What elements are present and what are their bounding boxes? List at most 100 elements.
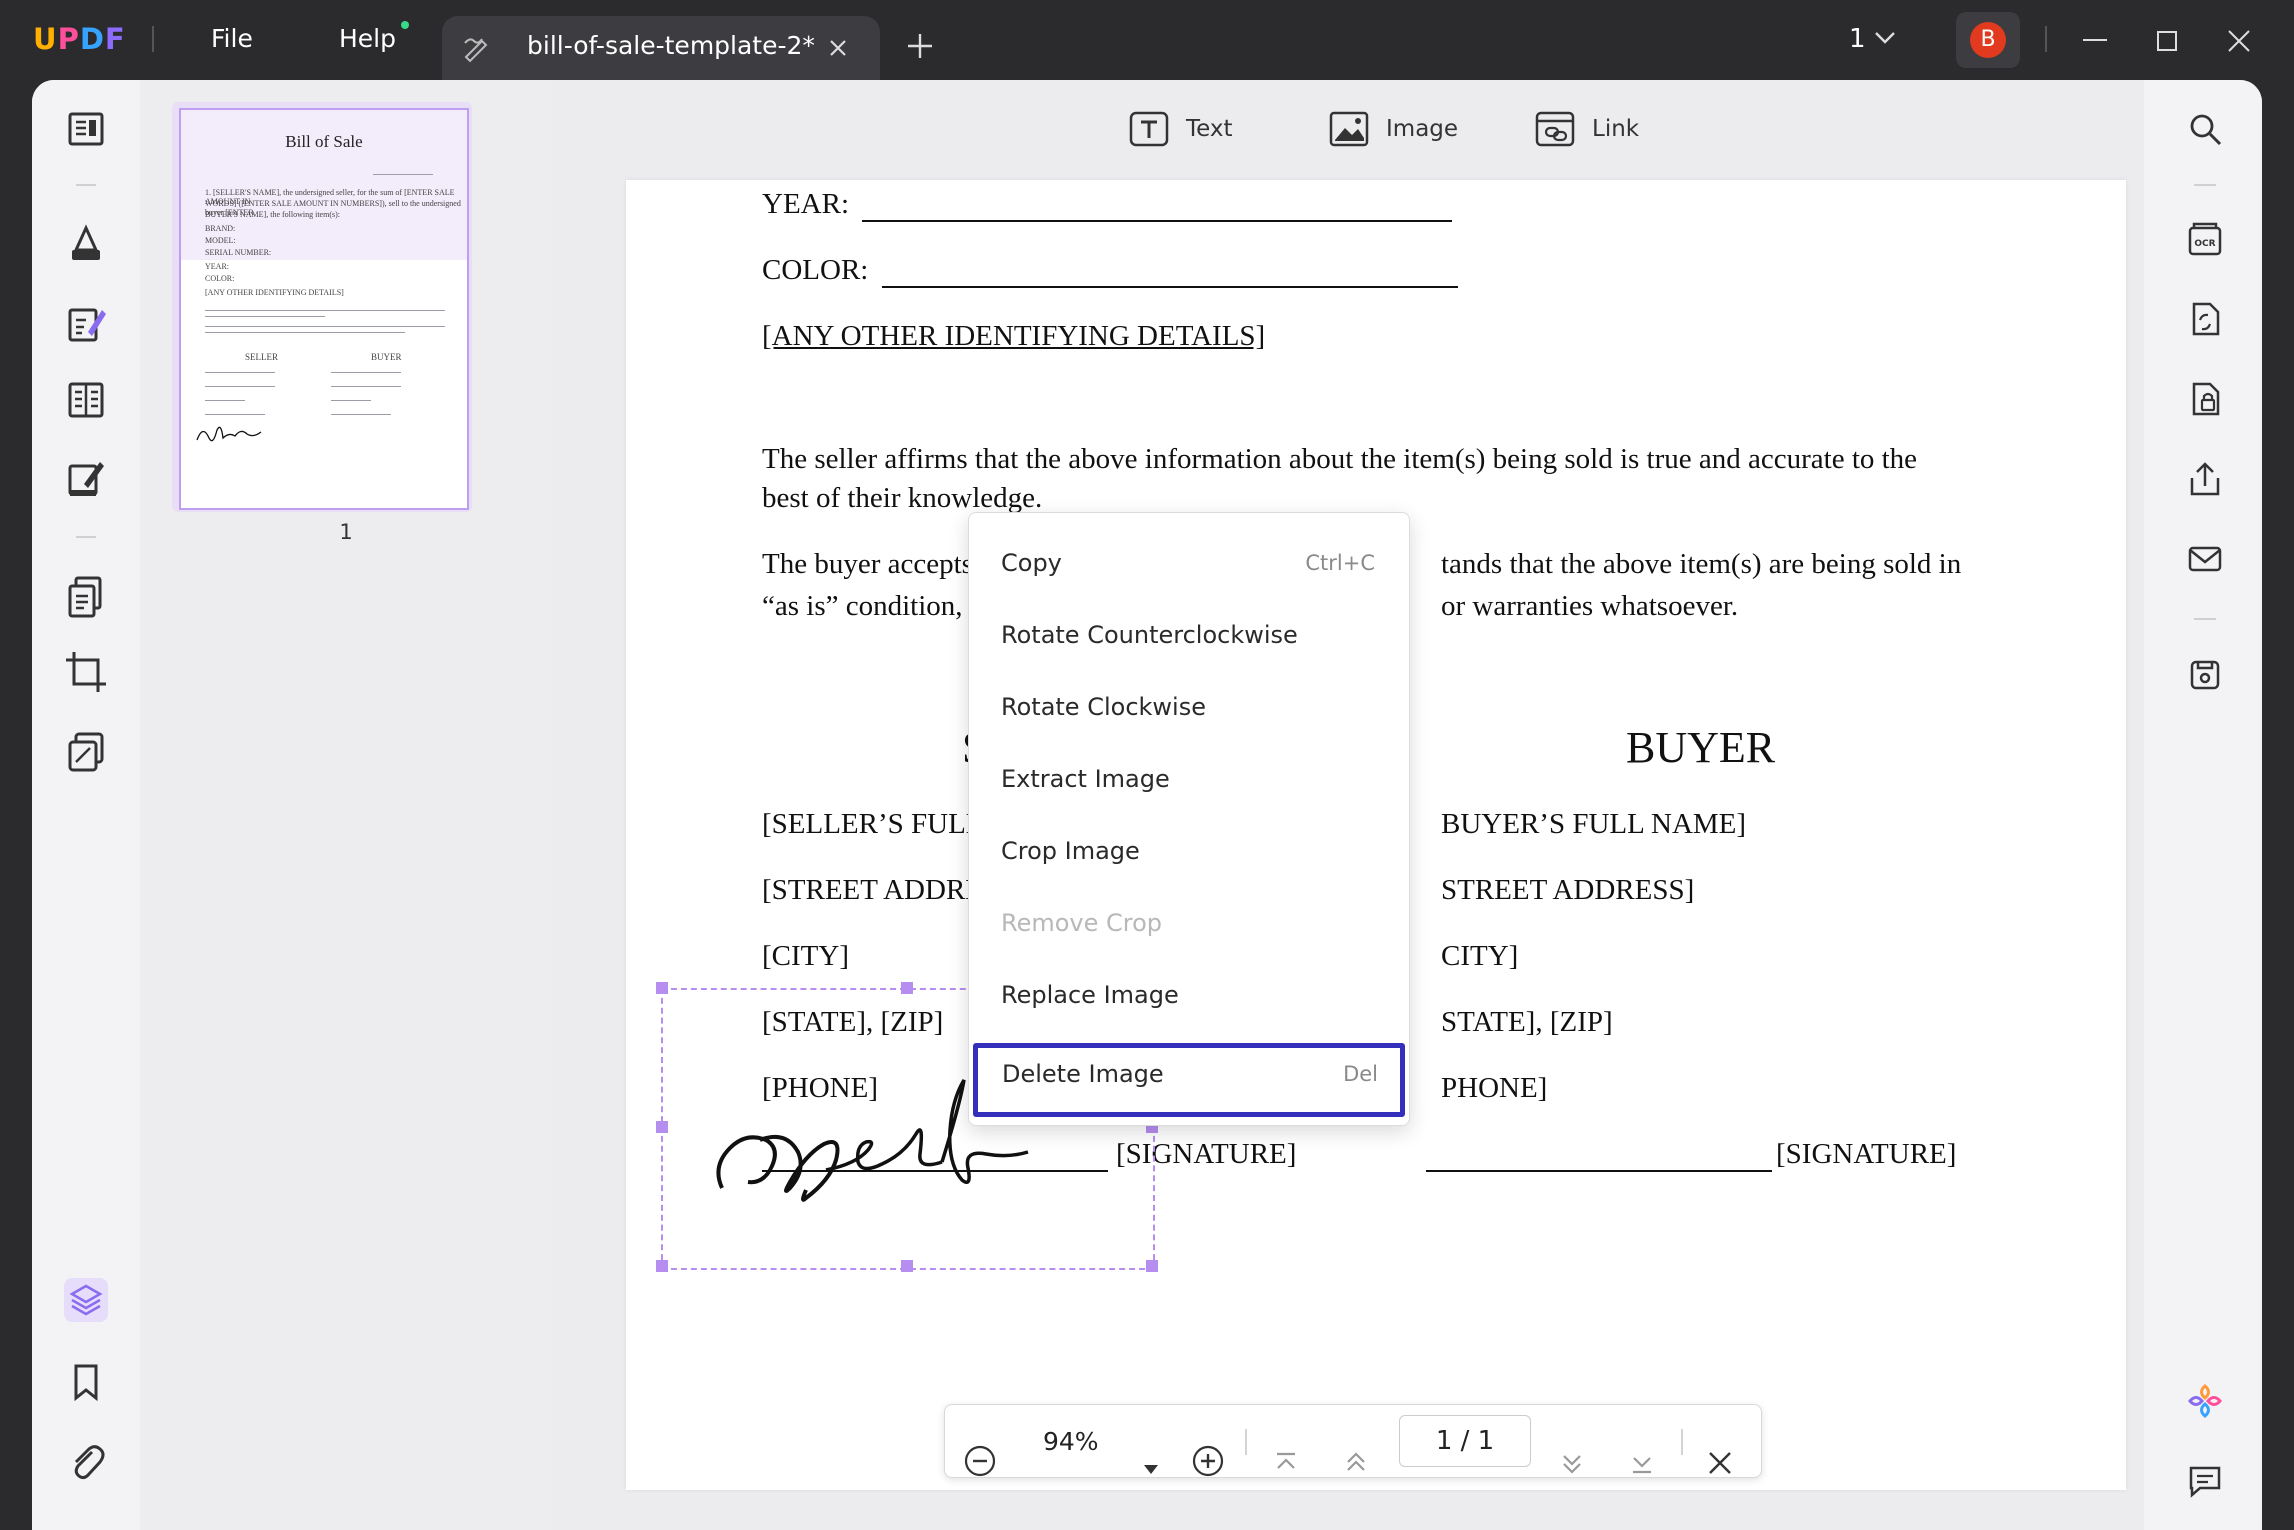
edit-pdf-icon[interactable] (62, 300, 110, 348)
user-avatar[interactable]: B (1956, 12, 2020, 68)
share-icon[interactable] (2186, 460, 2224, 498)
menu-item-label: Replace Image (1001, 981, 1179, 1009)
menu-item-label: Rotate Clockwise (1001, 693, 1206, 721)
edit-toolbar: Text Image Link (552, 80, 2144, 180)
menu-item-label: Remove Crop (1001, 909, 1163, 937)
comment-icon[interactable] (2186, 1462, 2224, 1500)
seller-field: [SELLER’S FULL (762, 808, 984, 840)
thumb-line (205, 386, 275, 387)
year-label: YEAR: (762, 188, 849, 220)
first-page-icon[interactable] (1271, 1427, 1301, 1499)
chevron-down-icon[interactable] (1874, 30, 1896, 46)
buyer-field: PHONE] (1441, 1072, 1548, 1104)
compare-icon[interactable] (62, 728, 110, 776)
page-tools-icon[interactable] (62, 572, 110, 620)
image-tool-label: Image (1386, 116, 1459, 142)
title-separator (152, 26, 154, 52)
menu-item-crop-image[interactable]: Crop Image (969, 821, 1409, 883)
sidebar-separator (76, 536, 96, 538)
menu-help[interactable]: Help (339, 24, 396, 53)
reader-icon[interactable] (62, 106, 110, 154)
organize-icon[interactable] (62, 376, 110, 424)
paragraph-text: or warranties whatsoever. (1441, 590, 1739, 622)
menu-item-rotate-clockwise[interactable]: Rotate Clockwise (969, 677, 1409, 739)
convert-icon[interactable] (2186, 300, 2224, 338)
thumb-text: SERIAL NUMBER: (205, 248, 272, 257)
page-navigation-bar: 94% 1 / 1 (944, 1404, 1762, 1478)
menu-item-remove-crop: Remove Crop (969, 893, 1409, 955)
ai-assistant-icon[interactable] (2186, 1382, 2224, 1420)
thumb-text: YEAR: (205, 262, 229, 271)
resize-handle[interactable] (656, 982, 668, 994)
page-indicator[interactable]: 1 (1849, 24, 1866, 54)
email-icon[interactable] (2186, 540, 2224, 578)
page-number-input[interactable]: 1 / 1 (1399, 1415, 1531, 1467)
menu-item-label: Delete Image (1002, 1060, 1164, 1088)
previous-page-icon[interactable] (1341, 1427, 1371, 1499)
thumb-text: BRAND: (205, 224, 236, 233)
thumb-text: BUYER'S NAME], the following item(s): (205, 210, 340, 219)
fill-sign-icon[interactable] (62, 454, 110, 502)
bookmark-icon[interactable] (62, 1358, 110, 1406)
menu-item-label: Rotate Counterclockwise (1001, 621, 1298, 649)
zoom-in-icon[interactable] (1191, 1425, 1225, 1497)
resize-handle[interactable] (901, 982, 913, 994)
text-tool-label: Text (1186, 116, 1233, 142)
seller-field: [STREET ADDRES (762, 874, 1000, 906)
menu-item-extract-image[interactable]: Extract Image (969, 749, 1409, 811)
layers-icon[interactable] (62, 1276, 110, 1324)
paragraph-text: “as is” condition, ar (762, 590, 993, 622)
crop-icon[interactable] (62, 648, 110, 696)
page-thumbnail[interactable]: Bill of Sale 1. [SELLER'S NAME], the und… (172, 102, 472, 512)
maximize-icon[interactable] (2152, 26, 2182, 56)
highlight-icon[interactable] (62, 220, 110, 268)
details-field: [ANY OTHER IDENTIFYING DETAILS] (762, 320, 1266, 352)
menu-item-rotate-counterclockwise[interactable]: Rotate Counterclockwise (969, 605, 1409, 667)
color-underline (882, 286, 1458, 288)
resize-handle[interactable] (656, 1121, 668, 1133)
menu-item-replace-image[interactable]: Replace Image (969, 965, 1409, 1027)
image-tool-icon (1329, 111, 1369, 147)
updf-logo: UPDF (33, 22, 126, 56)
notification-dot (401, 21, 409, 29)
close-tab-icon[interactable] (826, 36, 850, 60)
next-page-icon[interactable] (1557, 1427, 1587, 1499)
image-tool-button[interactable]: Image (1328, 108, 1458, 152)
thumb-signature (196, 426, 262, 442)
close-window-icon[interactable] (2224, 26, 2254, 56)
paragraph-text: best of their knowledge. (762, 482, 1043, 514)
menu-item-copy[interactable]: Copy Ctrl+C (969, 533, 1409, 595)
zoom-dropdown-icon[interactable] (1141, 1433, 1161, 1505)
ocr-icon[interactable]: OCR (2186, 220, 2224, 258)
menu-file[interactable]: File (211, 24, 253, 53)
last-page-icon[interactable] (1627, 1427, 1657, 1499)
menu-item-delete-image[interactable]: Delete Image Del (973, 1043, 1405, 1117)
context-menu: Copy Ctrl+C Rotate Counterclockwise Rota… (968, 512, 1410, 1126)
attachment-icon[interactable] (62, 1438, 110, 1486)
nav-separator (1681, 1429, 1683, 1455)
zoom-out-icon[interactable] (963, 1425, 997, 1497)
document-tab[interactable]: bill-of-sale-template-2* (442, 16, 880, 80)
thumb-text: [ANY OTHER IDENTIFYING DETAILS] (205, 288, 344, 297)
resize-handle[interactable] (901, 1260, 913, 1272)
thumb-line (205, 372, 275, 373)
menu-item-label: Extract Image (1001, 765, 1170, 793)
link-tool-label: Link (1592, 116, 1640, 142)
save-icon[interactable] (2186, 656, 2224, 694)
title-separator (2045, 26, 2047, 52)
sidebar-separator (2194, 184, 2216, 186)
paragraph-text: The seller affirms that the above inform… (762, 443, 1918, 475)
close-nav-icon[interactable] (1705, 1427, 1735, 1499)
protect-icon[interactable] (2186, 380, 2224, 418)
minimize-icon[interactable] (2080, 26, 2110, 56)
text-tool-button[interactable]: Text (1128, 108, 1238, 152)
resize-handle[interactable] (656, 1260, 668, 1272)
add-tab-icon[interactable] (906, 32, 934, 60)
thumb-buyer: BUYER (371, 352, 402, 362)
menu-item-label: Crop Image (1001, 837, 1140, 865)
search-icon[interactable] (2186, 110, 2224, 148)
buyer-field: STATE], [ZIP] (1441, 1006, 1613, 1038)
resize-handle[interactable] (1146, 1260, 1158, 1272)
zoom-level[interactable]: 94% (1043, 1427, 1099, 1456)
link-tool-button[interactable]: Link (1534, 108, 1654, 152)
